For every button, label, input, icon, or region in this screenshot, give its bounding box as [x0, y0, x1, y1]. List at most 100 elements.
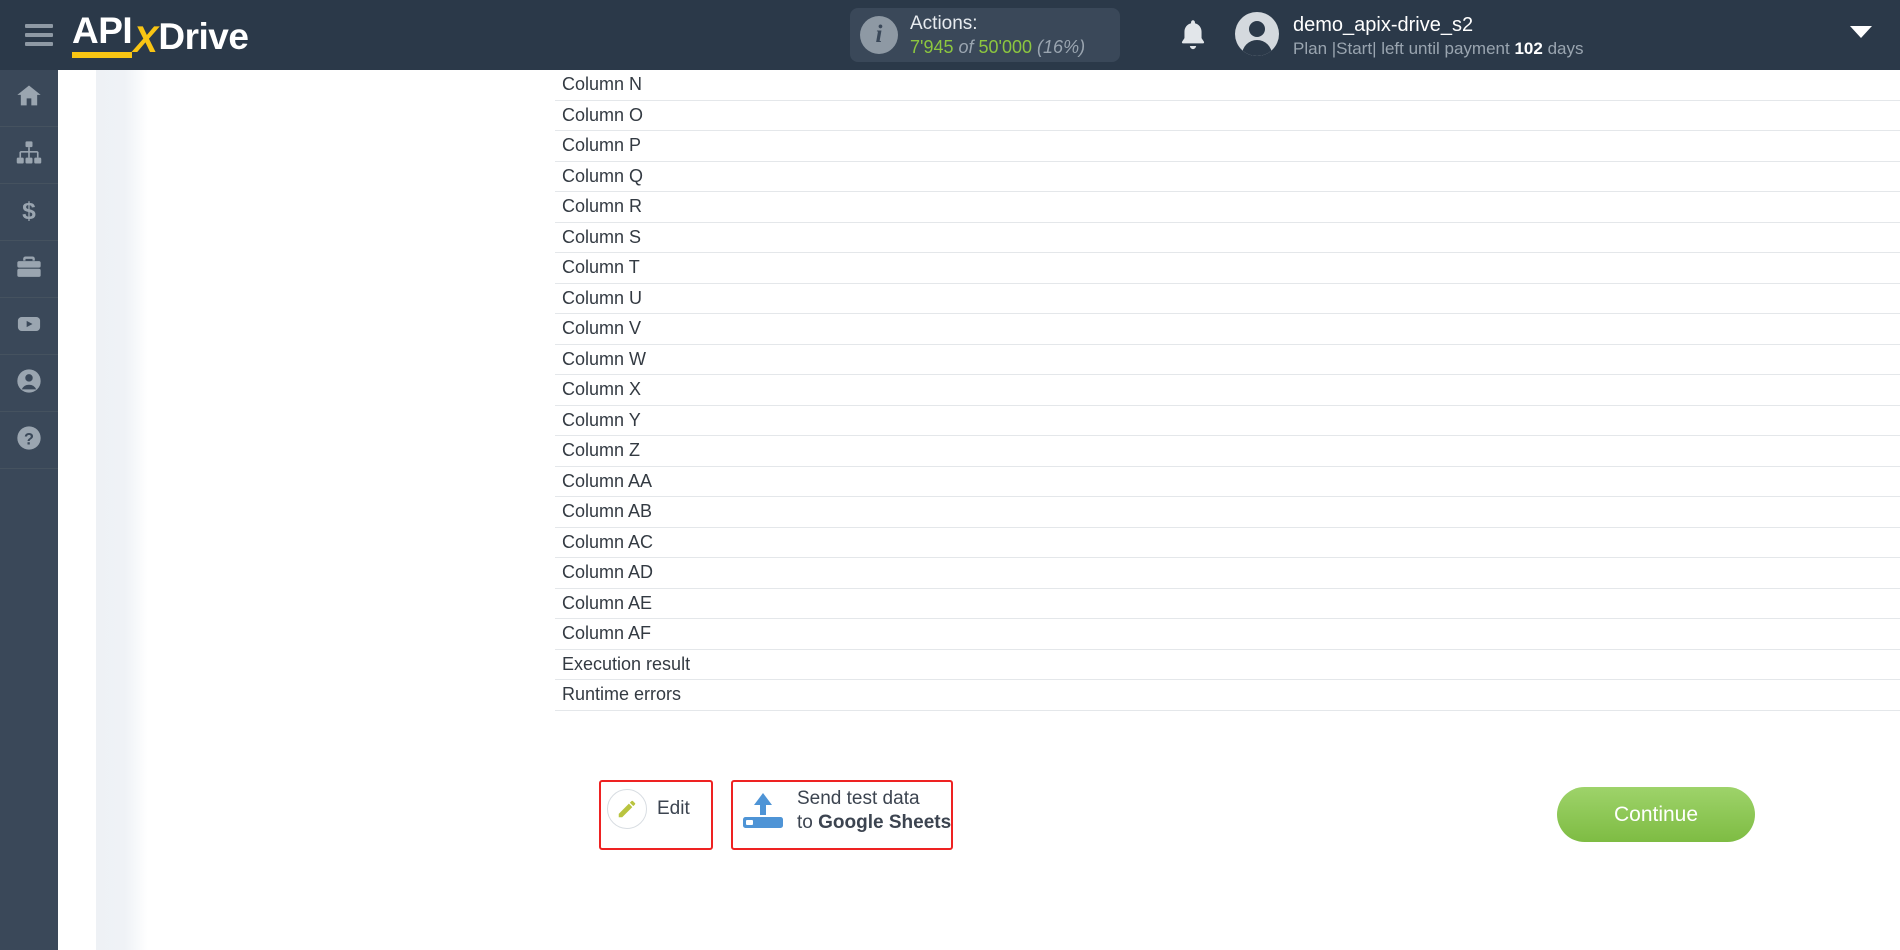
send-test-data-label: Send test data to Google Sheets: [797, 787, 951, 835]
sidebar-item-video[interactable]: [0, 298, 58, 355]
field-row[interactable]: Column R: [555, 192, 1900, 223]
field-row-label: Column V: [562, 318, 642, 339]
field-row[interactable]: Column Y: [555, 406, 1900, 436]
account-plan: Plan |Start| left until payment 102 days: [1293, 38, 1583, 60]
edit-button[interactable]: Edit: [607, 789, 690, 829]
actions-values: 7'945 of 50'000 (16%): [910, 36, 1085, 59]
logo-part-x: X: [133, 19, 158, 60]
field-row[interactable]: Column W: [555, 345, 1900, 375]
youtube-icon: [15, 310, 43, 343]
actions-of: of: [958, 36, 974, 57]
logo-part-drive: Drive: [158, 16, 249, 57]
send-test-data-service: Google Sheets: [818, 811, 952, 833]
sidebar-item-connections[interactable]: [0, 127, 58, 184]
account-plan-days: 102: [1514, 39, 1543, 58]
field-row[interactable]: Column P: [555, 131, 1900, 162]
account-plan-suffix: days: [1547, 39, 1584, 58]
field-row[interactable]: Column Z: [555, 436, 1900, 467]
top-header: API X Drive i Actions: 7'945 of 50'000 (16…: [0, 0, 1900, 70]
account-plan-prefix: Plan |Start| left until payment: [1293, 39, 1510, 58]
field-row[interactable]: Column T: [555, 253, 1900, 284]
question-circle-icon: ?: [15, 424, 43, 457]
field-row[interactable]: Column S: [555, 223, 1900, 253]
upload-icon: [739, 789, 787, 833]
info-icon: i: [860, 16, 898, 54]
sidebar-item-account[interactable]: [0, 355, 58, 412]
field-row-label: Column P: [562, 135, 642, 156]
field-row[interactable]: Column AD: [555, 558, 1900, 589]
field-row-label: Column O: [562, 104, 644, 125]
field-row-label: Column S: [562, 226, 642, 247]
dollar-icon: $: [15, 196, 43, 229]
sidebar-item-services[interactable]: [0, 241, 58, 298]
field-row[interactable]: Column Q: [555, 162, 1900, 192]
logo-part-api: API: [72, 12, 133, 58]
left-sidebar: $ ?: [0, 70, 58, 950]
sidebar-item-billing[interactable]: $: [0, 184, 58, 241]
field-row-label: Column AF: [562, 623, 652, 644]
actions-quota-text: Actions: 7'945 of 50'000 (16%): [910, 12, 1085, 58]
field-row[interactable]: Column U: [555, 284, 1900, 314]
action-buttons-row: Edit Send test data to Google Sheets Con…: [555, 775, 1900, 855]
send-test-data-to: to: [797, 811, 819, 833]
field-row[interactable]: Column O: [555, 101, 1900, 131]
chevron-down-icon[interactable]: [1850, 26, 1872, 38]
sitemap-icon: [15, 139, 43, 172]
user-avatar-icon[interactable]: [1235, 12, 1279, 56]
home-icon: [15, 82, 43, 115]
actions-total: 50'000: [978, 36, 1033, 57]
send-test-data-line2: to Google Sheets: [797, 811, 951, 835]
actions-quota-box[interactable]: i Actions: 7'945 of 50'000 (16%): [850, 8, 1120, 62]
actions-used: 7'945: [910, 36, 954, 57]
continue-button[interactable]: Continue: [1557, 787, 1755, 842]
field-row[interactable]: Column AC: [555, 528, 1900, 558]
hamburger-bar: [25, 42, 53, 46]
user-circle-icon: [15, 367, 43, 400]
hamburger-bar: [25, 24, 53, 28]
field-row-label: Column U: [562, 287, 643, 308]
field-row[interactable]: Column AE: [555, 589, 1900, 619]
field-row-label: Column N: [562, 74, 643, 95]
bell-icon[interactable]: [1175, 16, 1211, 54]
send-test-data-line1: Send test data: [797, 788, 920, 809]
field-row-label: Execution result: [562, 653, 691, 674]
field-row-label: Column T: [562, 257, 640, 278]
actions-label: Actions:: [910, 12, 978, 34]
field-row[interactable]: Column AA: [555, 467, 1900, 497]
field-row[interactable]: Column N: [555, 70, 1900, 101]
field-row-label: Column AD: [562, 562, 654, 583]
field-row[interactable]: Execution result: [555, 650, 1900, 680]
pencil-icon: [607, 789, 647, 829]
field-row-label: Runtime errors: [562, 684, 682, 705]
field-row[interactable]: Column X: [555, 375, 1900, 406]
field-row[interactable]: Column AF: [555, 619, 1900, 650]
svg-text:?: ?: [24, 430, 34, 448]
account-username: demo_apix-drive_s2: [1293, 14, 1474, 36]
field-row-label: Column W: [562, 348, 647, 369]
field-row-label: Column Q: [562, 165, 644, 186]
account-info[interactable]: demo_apix-drive_s2 Plan |Start| left unt…: [1293, 12, 1583, 60]
main-content: Column N Column O Column P Column Q Column R…: [58, 70, 1900, 950]
field-row-label: Column X: [562, 379, 642, 400]
hamburger-bar: [25, 33, 53, 37]
left-white-pane: [58, 70, 96, 950]
sidebar-item-help[interactable]: ?: [0, 412, 58, 469]
sidebar-item-home[interactable]: [0, 70, 58, 127]
field-row[interactable]: Runtime errors: [555, 680, 1900, 711]
briefcase-icon: [15, 253, 43, 286]
field-row-label: Column R: [562, 196, 643, 217]
edit-button-label: Edit: [657, 798, 690, 819]
svg-text:$: $: [22, 197, 36, 223]
avatar-body: [1242, 40, 1272, 56]
field-row-label: Column AC: [562, 531, 654, 552]
field-row-label: Column AB: [562, 501, 653, 522]
send-test-data-button[interactable]: Send test data to Google Sheets: [739, 787, 951, 835]
field-row[interactable]: Column V: [555, 314, 1900, 345]
field-row-label: Column AA: [562, 470, 653, 491]
avatar-head: [1249, 21, 1265, 37]
field-row[interactable]: Column AB: [555, 497, 1900, 528]
hamburger-menu-icon[interactable]: [10, 24, 68, 46]
apix-drive-logo[interactable]: API X Drive: [72, 12, 249, 60]
panel-edge-gradient: [96, 70, 148, 950]
actions-percent: (16%): [1037, 36, 1086, 57]
